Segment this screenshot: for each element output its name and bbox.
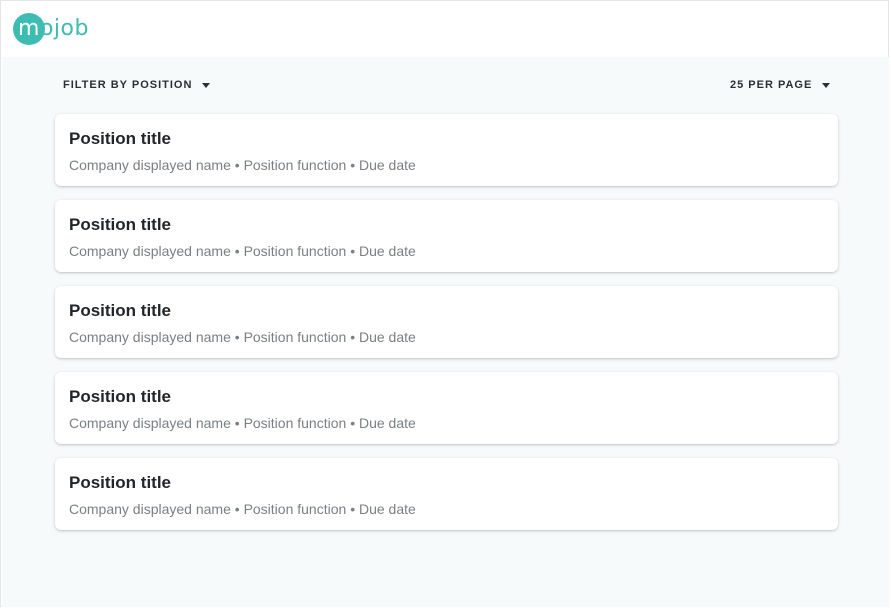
due-date: Due date bbox=[358, 243, 416, 259]
position-meta: Company displayed name • Position functi… bbox=[69, 329, 416, 345]
caret-down-icon bbox=[822, 82, 831, 88]
filter-by-position-dropdown[interactable]: FILTER BY POSITION bbox=[63, 79, 211, 91]
separator: • bbox=[234, 329, 240, 345]
separator: • bbox=[350, 329, 356, 345]
position-card[interactable]: Position title Company displayed name • … bbox=[55, 200, 838, 272]
position-function: Position function bbox=[243, 157, 347, 173]
due-date: Due date bbox=[358, 501, 416, 517]
position-meta: Company displayed name • Position functi… bbox=[69, 501, 416, 517]
position-card[interactable]: Position title Company displayed name • … bbox=[55, 372, 838, 444]
company-name: Company displayed name bbox=[69, 157, 231, 173]
due-date: Due date bbox=[358, 329, 416, 345]
separator: • bbox=[234, 243, 240, 259]
position-title: Position title bbox=[69, 473, 171, 492]
position-function: Position function bbox=[243, 329, 347, 345]
position-meta: Company displayed name • Position functi… bbox=[69, 157, 416, 173]
main-content: FILTER BY POSITION 25 PER PAGE Position … bbox=[2, 57, 889, 607]
logo-rest: ojob bbox=[39, 16, 89, 41]
per-page-label: 25 PER PAGE bbox=[730, 79, 813, 91]
logo-first-letter: m bbox=[18, 16, 40, 41]
position-title: Position title bbox=[69, 215, 171, 234]
position-title: Position title bbox=[69, 129, 171, 148]
separator: • bbox=[234, 501, 240, 517]
positions-list: Position title Company displayed name • … bbox=[55, 114, 838, 544]
logo-text: mojob bbox=[13, 13, 89, 45]
separator: • bbox=[350, 415, 356, 431]
position-title: Position title bbox=[69, 387, 171, 406]
list-toolbar: FILTER BY POSITION 25 PER PAGE bbox=[2, 57, 889, 113]
position-meta: Company displayed name • Position functi… bbox=[69, 415, 416, 431]
separator: • bbox=[350, 501, 356, 517]
position-card[interactable]: Position title Company displayed name • … bbox=[55, 114, 838, 186]
position-function: Position function bbox=[243, 415, 347, 431]
position-function: Position function bbox=[243, 243, 347, 259]
position-card[interactable]: Position title Company displayed name • … bbox=[55, 286, 838, 358]
company-name: Company displayed name bbox=[69, 501, 231, 517]
company-name: Company displayed name bbox=[69, 329, 231, 345]
separator: • bbox=[234, 415, 240, 431]
per-page-dropdown[interactable]: 25 PER PAGE bbox=[730, 79, 831, 91]
app-window: mojob FILTER BY POSITION 25 PER PAGE Pos… bbox=[0, 0, 889, 607]
position-title: Position title bbox=[69, 301, 171, 320]
due-date: Due date bbox=[358, 415, 416, 431]
separator: • bbox=[350, 243, 356, 259]
caret-down-icon bbox=[202, 82, 211, 88]
due-date: Due date bbox=[358, 157, 416, 173]
company-name: Company displayed name bbox=[69, 415, 231, 431]
company-name: Company displayed name bbox=[69, 243, 231, 259]
position-card[interactable]: Position title Company displayed name • … bbox=[55, 458, 838, 530]
top-bar: mojob bbox=[1, 1, 888, 57]
separator: • bbox=[234, 157, 240, 173]
mojob-logo[interactable]: mojob bbox=[13, 13, 89, 45]
position-meta: Company displayed name • Position functi… bbox=[69, 243, 416, 259]
position-function: Position function bbox=[243, 501, 347, 517]
separator: • bbox=[350, 157, 356, 173]
filter-label: FILTER BY POSITION bbox=[63, 79, 193, 91]
